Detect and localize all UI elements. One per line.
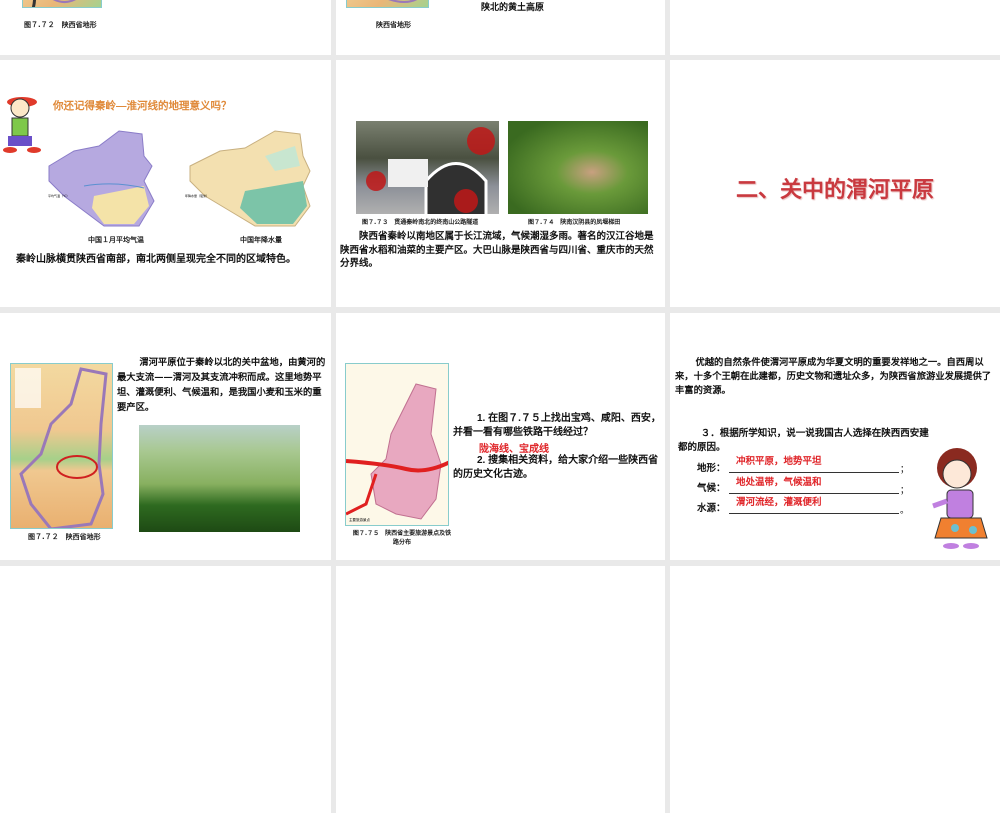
temperature-legend: 平均气温（℃） bbox=[48, 194, 70, 198]
map-caption: 图７.７５ 陕西省主要旅游景点及铁路分布 bbox=[352, 530, 452, 546]
slide-thumbnail-11[interactable] bbox=[336, 566, 665, 813]
answer-field-climate: 地处温带，气候温和 bbox=[729, 477, 899, 494]
field-end: 。 bbox=[900, 505, 910, 515]
field-end: ； bbox=[900, 464, 910, 474]
china-january-temperature-map: 平均气温（℃） bbox=[44, 126, 166, 233]
slide-thumbnail-12[interactable] bbox=[670, 566, 1000, 813]
photo1-caption: 图７.７３ 贯通秦岭南北的终南山公路隧道 bbox=[362, 219, 479, 226]
shaanxi-terrain-map bbox=[22, 0, 102, 8]
slide-body-text: 优越的自然条件使渭河平原成为华夏文明的重要发祥地之一。自西周以来，十多个王朝在此… bbox=[675, 357, 992, 396]
map2-caption: 中国年降水量 bbox=[240, 236, 282, 244]
slide-body-text: 渭河平原位于秦岭以北的关中盆地，由黄河的最大支流——渭河及其支流冲积而成。这里地… bbox=[117, 357, 326, 413]
slide-thumbnail-6[interactable]: 二、关中的渭河平原 bbox=[670, 60, 1000, 307]
section-title: 二、关中的渭河平原 bbox=[735, 177, 934, 202]
question-heading: 你还记得秦岭—淮河线的地理意义吗？ bbox=[53, 100, 232, 112]
question-3: ３．根据所学知识，说一说我国古人选择在陕西西安建都的原因。 bbox=[678, 428, 929, 453]
answer-water: 渭河流经，灌溉便利 bbox=[736, 497, 822, 508]
field-label-water: 水源： bbox=[697, 503, 726, 514]
slide-body-text: 陕西省秦岭以南地区属于长江流域，气候潮湿多雨。著名的汉江谷地是陕西省水稻和油菜的… bbox=[340, 231, 654, 269]
field-label-terrain: 地形： bbox=[697, 463, 726, 474]
slide-thumbnail-1[interactable]: 图７.７２ 陕西省地形 bbox=[0, 0, 331, 55]
answer-climate: 地处温带，气候温和 bbox=[736, 477, 822, 488]
terraced-fields-photo bbox=[508, 121, 648, 214]
precipitation-legend: 年降水量（毫米） bbox=[185, 194, 210, 198]
map-caption: 图７.７２ 陕西省地形 bbox=[28, 533, 101, 541]
slide-thumbnail-10[interactable] bbox=[0, 566, 331, 813]
cartoon-girl-icon bbox=[932, 448, 988, 549]
slide-thumbnail-5[interactable]: 图７.７３ 贯通秦岭南北的终南山公路隧道 图７.７４ 陕南汉阴县的凤堰梯田 陕西… bbox=[336, 60, 665, 307]
map-legend: 主要旅游景点 bbox=[349, 518, 370, 522]
slide-body-text: 秦岭山脉横贯陕西省南部，南北两侧呈现完全不同的区域特色。 bbox=[16, 254, 296, 265]
slide-thumbnail-9[interactable]: 优越的自然条件使渭河平原成为华夏文明的重要发祥地之一。自西周以来，十多个王朝在此… bbox=[670, 313, 1000, 560]
slide-thumbnail-3[interactable] bbox=[670, 0, 1000, 55]
field-label-climate: 气候： bbox=[697, 483, 726, 494]
tunnel-photo bbox=[356, 121, 499, 214]
shaanxi-terrain-map bbox=[10, 363, 113, 529]
cartoon-boy-icon bbox=[3, 97, 41, 153]
loess-plateau-label: 陕北的黄土高原 bbox=[481, 3, 545, 13]
photo2-caption: 图７.７４ 陕南汉阴县的凤堰梯田 bbox=[528, 219, 621, 226]
question-1: 1. 在图７.７５上找出宝鸡、咸阳、西安，并看一看有哪些铁路干线经过？ bbox=[453, 413, 661, 438]
answer-field-water: 渭河流经，灌溉便利 bbox=[729, 497, 899, 514]
slide-thumbnail-2[interactable]: 陕西省地形 陕北的黄土高原 bbox=[336, 0, 665, 55]
slide-thumbnail-4[interactable]: 你还记得秦岭—淮河线的地理意义吗？ 平均气温（℃） 年降水量（毫米） 中国１月平… bbox=[0, 60, 331, 307]
answer-field-terrain: 冲积平原，地势平坦 bbox=[729, 456, 899, 473]
question-2: 2. 搜集相关资料，给大家介绍一些陕西省的历史文化古迹。 bbox=[453, 455, 659, 480]
china-precipitation-map: 年降水量（毫米） bbox=[185, 126, 325, 233]
shaanxi-terrain-map bbox=[346, 0, 429, 8]
answer-1: 陇海线、宝成线 bbox=[479, 444, 549, 455]
field-end: ； bbox=[900, 485, 910, 495]
answer-terrain: 冲积平原，地势平坦 bbox=[736, 456, 822, 467]
slide-thumbnail-7[interactable]: 图７.７２ 陕西省地形 渭河平原位于秦岭以北的关中盆地，由黄河的最大支流——渭河… bbox=[0, 313, 331, 560]
map1-caption: 中国１月平均气温 bbox=[88, 236, 144, 244]
weihe-plain-photo bbox=[139, 425, 300, 532]
slide-thumbnail-8[interactable]: 主要旅游景点 图７.７５ 陕西省主要旅游景点及铁路分布 1. 在图７.７５上找出… bbox=[336, 313, 665, 560]
map-caption: 图７.７２ 陕西省地形 bbox=[24, 21, 97, 29]
map-caption: 陕西省地形 bbox=[376, 21, 411, 29]
shaanxi-railway-map: 主要旅游景点 bbox=[345, 363, 449, 526]
